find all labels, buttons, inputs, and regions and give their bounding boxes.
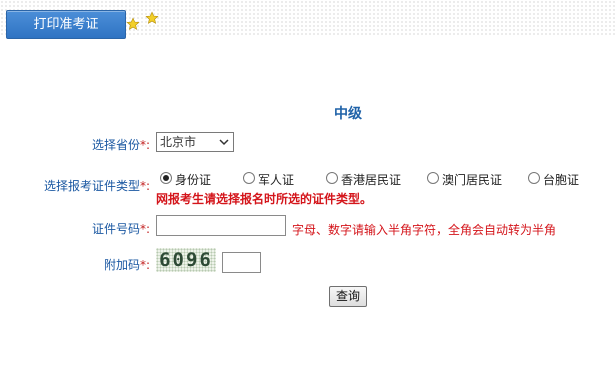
radio-label-military-id: 军人证: [258, 173, 295, 187]
exam-level-title: 中级: [334, 106, 362, 122]
radio-label-macau-resident: 澳门居民证: [442, 173, 503, 187]
captcha-image[interactable]: 6096: [156, 248, 216, 272]
province-selected-value: 北京市: [160, 135, 197, 149]
id-number-label: 证件号码*:: [92, 220, 150, 237]
radio-taiwan-compatriot[interactable]: [528, 172, 540, 184]
radio-label-taiwan-compatriot: 台胞证: [543, 173, 580, 187]
captcha-input[interactable]: [222, 252, 261, 273]
radio-military-id[interactable]: [243, 172, 255, 184]
province-label: 选择省份*:: [92, 136, 150, 153]
id-type-radio-group: 身份证 军人证 香港居民证 澳门居民证 台胞证: [0, 171, 615, 189]
radio-label-hongkong-resident: 香港居民证: [341, 173, 402, 187]
chevron-down-icon: [219, 139, 229, 146]
required-mark: *:: [139, 258, 150, 272]
province-select[interactable]: 北京市: [156, 132, 234, 152]
print-admission-ticket-tab[interactable]: 打印准考证: [6, 10, 126, 39]
province-label-text: 选择省份: [91, 138, 140, 152]
id-number-input[interactable]: [156, 215, 286, 236]
id-number-label-text: 证件号码: [91, 222, 140, 236]
query-button[interactable]: 查询: [329, 286, 367, 307]
required-mark: *:: [139, 138, 150, 152]
radio-id-card[interactable]: [160, 172, 172, 184]
radio-macau-resident[interactable]: [427, 172, 439, 184]
id-type-warning: 网报考生请选择报名时所选的证件类型。: [156, 192, 373, 206]
radio-hongkong-resident[interactable]: [326, 172, 338, 184]
required-mark: *:: [139, 222, 150, 236]
captcha-label: 附加码*:: [104, 256, 150, 273]
captcha-label-text: 附加码: [103, 258, 140, 272]
id-number-hint: 字母、数字请输入半角字符，全角会自动转为半角: [292, 223, 557, 237]
star-icon: [145, 11, 159, 24]
radio-label-id-card: 身份证: [175, 173, 212, 187]
star-icon: [126, 17, 140, 30]
